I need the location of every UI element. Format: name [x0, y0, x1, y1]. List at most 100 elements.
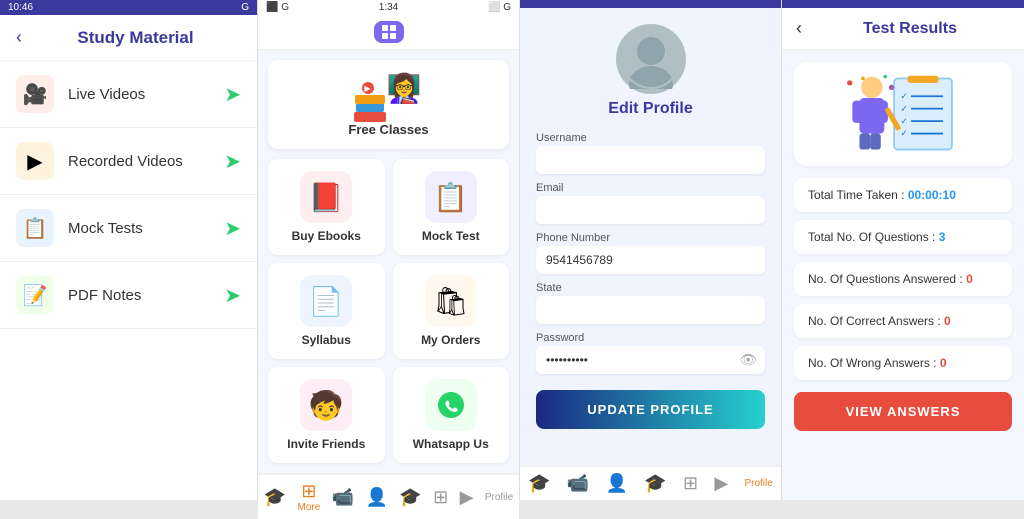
panel4-header: ‹ Test Results [782, 8, 1024, 50]
stat-wrong-answers: No. Of Wrong Answers : 0 [794, 346, 1012, 380]
nav-grid[interactable]: ⊞ [433, 487, 448, 508]
username-input[interactable] [536, 146, 765, 174]
status-bar-2: ⬛ G 1:34 ⬜ G [258, 0, 519, 15]
mock-tests-label: Mock Tests [68, 220, 224, 237]
test-results-panel: ‹ Test Results ✓ ✓ ✓ ✓ [782, 0, 1024, 500]
user-icon-3: 👤 [606, 473, 628, 494]
svg-text:✓: ✓ [900, 103, 907, 113]
pdf-notes-icon: 📝 [16, 276, 54, 314]
free-classes-banner[interactable]: 👩‍🏫 ▶ Free Classes [268, 60, 509, 149]
menu-item-live-videos[interactable]: 🎥 Live Videos ➤ [0, 61, 257, 128]
menu-item-mock-tests[interactable]: 📋 Mock Tests ➤ [0, 195, 257, 262]
app-grid: 📕 Buy Ebooks 📋 Mock Test 📄 Syllabus 🛍 My… [258, 159, 519, 473]
nav-cap[interactable]: 🎓 [399, 487, 421, 508]
free-classes-label: Free Classes [348, 122, 428, 137]
nav-more[interactable]: ⊞ More [298, 481, 321, 513]
update-profile-button[interactable]: UPDATE PROFILE [536, 390, 765, 429]
nav-profile[interactable]: Profile [485, 492, 513, 503]
test-results-title: Test Results [810, 20, 1010, 38]
arrow-icon: ➤ [224, 82, 241, 107]
back-button[interactable]: ‹ [16, 27, 22, 48]
nav-home-3[interactable]: 🎓 [528, 473, 550, 494]
nav-play[interactable]: ▶ [460, 487, 474, 508]
invite-friends-label: Invite Friends [287, 437, 365, 451]
phone-label: Phone Number [536, 232, 765, 244]
stat-correct-answers: No. Of Correct Answers : 0 [794, 304, 1012, 338]
mock-tests-icon: 📋 [16, 209, 54, 247]
whatsapp-us-icon [425, 379, 477, 431]
total-questions-value: 3 [939, 230, 946, 244]
password-field: Password 👁 [536, 332, 765, 374]
svg-text:✓: ✓ [900, 116, 907, 126]
free-classes-illustration: 👩‍🏫 ▶ [354, 72, 424, 122]
toolbar-4 [782, 0, 1024, 8]
grid-icon-3: ⊞ [683, 473, 698, 494]
play-icon-3: ▶ [714, 473, 728, 494]
buy-ebooks-label: Buy Ebooks [292, 229, 361, 243]
phone-input[interactable] [536, 246, 765, 274]
back-button-4[interactable]: ‹ [796, 18, 802, 39]
profile-form: Username Email Phone Number State Passwo… [520, 126, 781, 465]
nav-user-3[interactable]: 👤 [606, 473, 628, 494]
password-input[interactable] [536, 346, 765, 374]
live-videos-label: Live Videos [68, 86, 224, 103]
svg-text:✓: ✓ [900, 128, 907, 138]
email-input[interactable] [536, 196, 765, 224]
grid-card-my-orders[interactable]: 🛍 My Orders [393, 263, 510, 359]
cap-icon-3: 🎓 [644, 473, 666, 494]
cap-icon: 🎓 [399, 487, 421, 508]
username-field: Username [536, 132, 765, 174]
show-password-icon[interactable]: 👁 [739, 352, 757, 369]
questions-answered-label: No. Of Questions Answered : [808, 272, 966, 286]
invite-friends-icon: 🧒 [300, 379, 352, 431]
syllabus-label: Syllabus [302, 333, 351, 347]
arrow-icon: ➤ [224, 149, 241, 174]
results-illustration-banner: ✓ ✓ ✓ ✓ [794, 62, 1012, 166]
nav-play-3[interactable]: ▶ [714, 473, 728, 494]
email-field: Email [536, 182, 765, 224]
svg-text:✓: ✓ [900, 91, 907, 101]
stat-total-questions: Total No. Of Questions : 3 [794, 220, 1012, 254]
nav-video[interactable]: 📹 [332, 487, 354, 508]
wrong-answers-label: No. Of Wrong Answers : [808, 356, 940, 370]
time-taken-label: Total Time Taken : [808, 188, 908, 202]
nav-video-3[interactable]: 📹 [567, 473, 589, 494]
nav-profile-3[interactable]: Profile [744, 478, 772, 489]
whatsapp-us-label: Whatsapp Us [413, 437, 489, 451]
username-label: Username [536, 132, 765, 144]
state-input[interactable] [536, 296, 765, 324]
video-icon-3: 📹 [567, 473, 589, 494]
arrow-icon: ➤ [224, 283, 241, 308]
grid-icon: ⊞ [433, 487, 448, 508]
nav-user[interactable]: 👤 [366, 487, 388, 508]
panel1-header: ‹ Study Material [0, 15, 257, 61]
profile-label: Profile [485, 492, 513, 503]
study-material-panel: 10:46 G ‹ Study Material 🎥 Live Videos ➤… [0, 0, 258, 500]
menu-item-pdf-notes[interactable]: 📝 PDF Notes ➤ [0, 262, 257, 329]
view-answers-button[interactable]: VIEW ANSWERS [794, 392, 1012, 431]
grid-card-mock-test[interactable]: 📋 Mock Test [393, 159, 510, 255]
grid-toggle-button[interactable] [374, 21, 404, 43]
nav-grid-3[interactable]: ⊞ [683, 473, 698, 494]
nav-cap-3[interactable]: 🎓 [644, 473, 666, 494]
toolbar-3 [520, 0, 781, 8]
status-icons-right: ⬜ G [488, 2, 511, 13]
edit-profile-title: Edit Profile [608, 100, 692, 118]
grid-card-syllabus[interactable]: 📄 Syllabus [268, 263, 385, 359]
syllabus-icon: 📄 [300, 275, 352, 327]
grid-card-buy-ebooks[interactable]: 📕 Buy Ebooks [268, 159, 385, 255]
more-icon: ⊞ [301, 481, 316, 502]
my-orders-icon: 🛍 [425, 275, 477, 327]
phone-field: Phone Number [536, 232, 765, 274]
more-label: More [298, 502, 321, 513]
nav-home[interactable]: 🎓 [264, 487, 286, 508]
recorded-videos-label: Recorded Videos [68, 153, 224, 170]
password-input-wrapper: 👁 [536, 346, 765, 374]
grid-card-whatsapp-us[interactable]: Whatsapp Us [393, 367, 510, 463]
edit-profile-panel: Edit Profile Username Email Phone Number… [520, 0, 782, 500]
home-icon: 🎓 [264, 487, 286, 508]
status-time-2: 1:34 [379, 2, 398, 13]
menu-item-recorded-videos[interactable]: ▶ Recorded Videos ➤ [0, 128, 257, 195]
profile-label-3: Profile [744, 478, 772, 489]
grid-card-invite-friends[interactable]: 🧒 Invite Friends [268, 367, 385, 463]
